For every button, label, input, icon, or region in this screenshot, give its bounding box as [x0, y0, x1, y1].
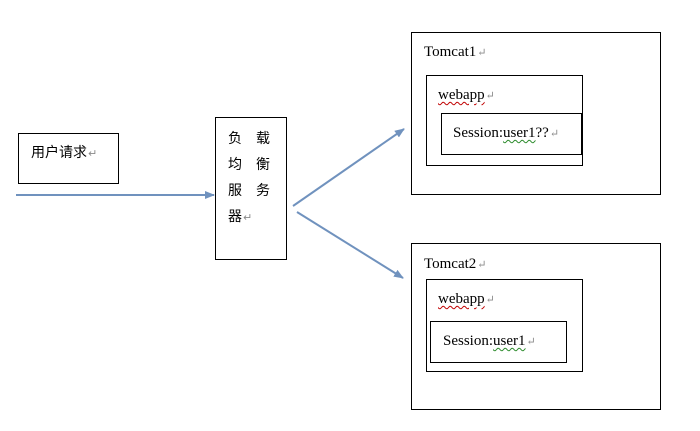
tomcat1-session-label: Session:user1??↵: [453, 125, 560, 141]
lb-char: 服: [228, 183, 242, 199]
lb-char: 器↵: [228, 209, 253, 225]
lb-char: 务: [256, 183, 270, 199]
tomcat1-webapp-label: webapp↵: [438, 87, 495, 103]
arrow-lb-to-tomcat2: [296, 211, 404, 279]
load-balancer-box: 负 载 均 衡 服 务 器↵: [215, 117, 287, 260]
tomcat2-webapp-box: webapp↵ Session:user1↵: [426, 279, 583, 372]
lb-char: 载: [256, 131, 270, 147]
tomcat2-webapp-label: webapp↵: [438, 291, 495, 307]
user-request-box: 用户请求↵: [18, 133, 119, 184]
tomcat2-box: Tomcat2↵ webapp↵ Session:user1↵: [411, 243, 661, 410]
tomcat1-title: Tomcat1↵: [424, 44, 487, 60]
lb-char: 均: [228, 157, 242, 173]
tomcat1-session-box: Session:user1??↵: [441, 113, 582, 155]
tomcat2-session-label: Session:user1↵: [443, 333, 536, 349]
tomcat2-session-box: Session:user1↵: [430, 321, 567, 363]
user-request-label: 用户请求↵: [31, 145, 98, 161]
lb-char: 负: [228, 131, 242, 147]
tomcat1-box: Tomcat1↵ webapp↵ Session:user1??↵: [411, 32, 661, 195]
load-balancer-label: 负 载 均 衡 服 务 器↵: [228, 128, 276, 229]
arrow-lb-to-tomcat1: [292, 128, 405, 207]
lb-char: 衡: [256, 157, 270, 173]
tomcat1-webapp-box: webapp↵ Session:user1??↵: [426, 75, 583, 166]
tomcat2-title: Tomcat2↵: [424, 256, 487, 272]
